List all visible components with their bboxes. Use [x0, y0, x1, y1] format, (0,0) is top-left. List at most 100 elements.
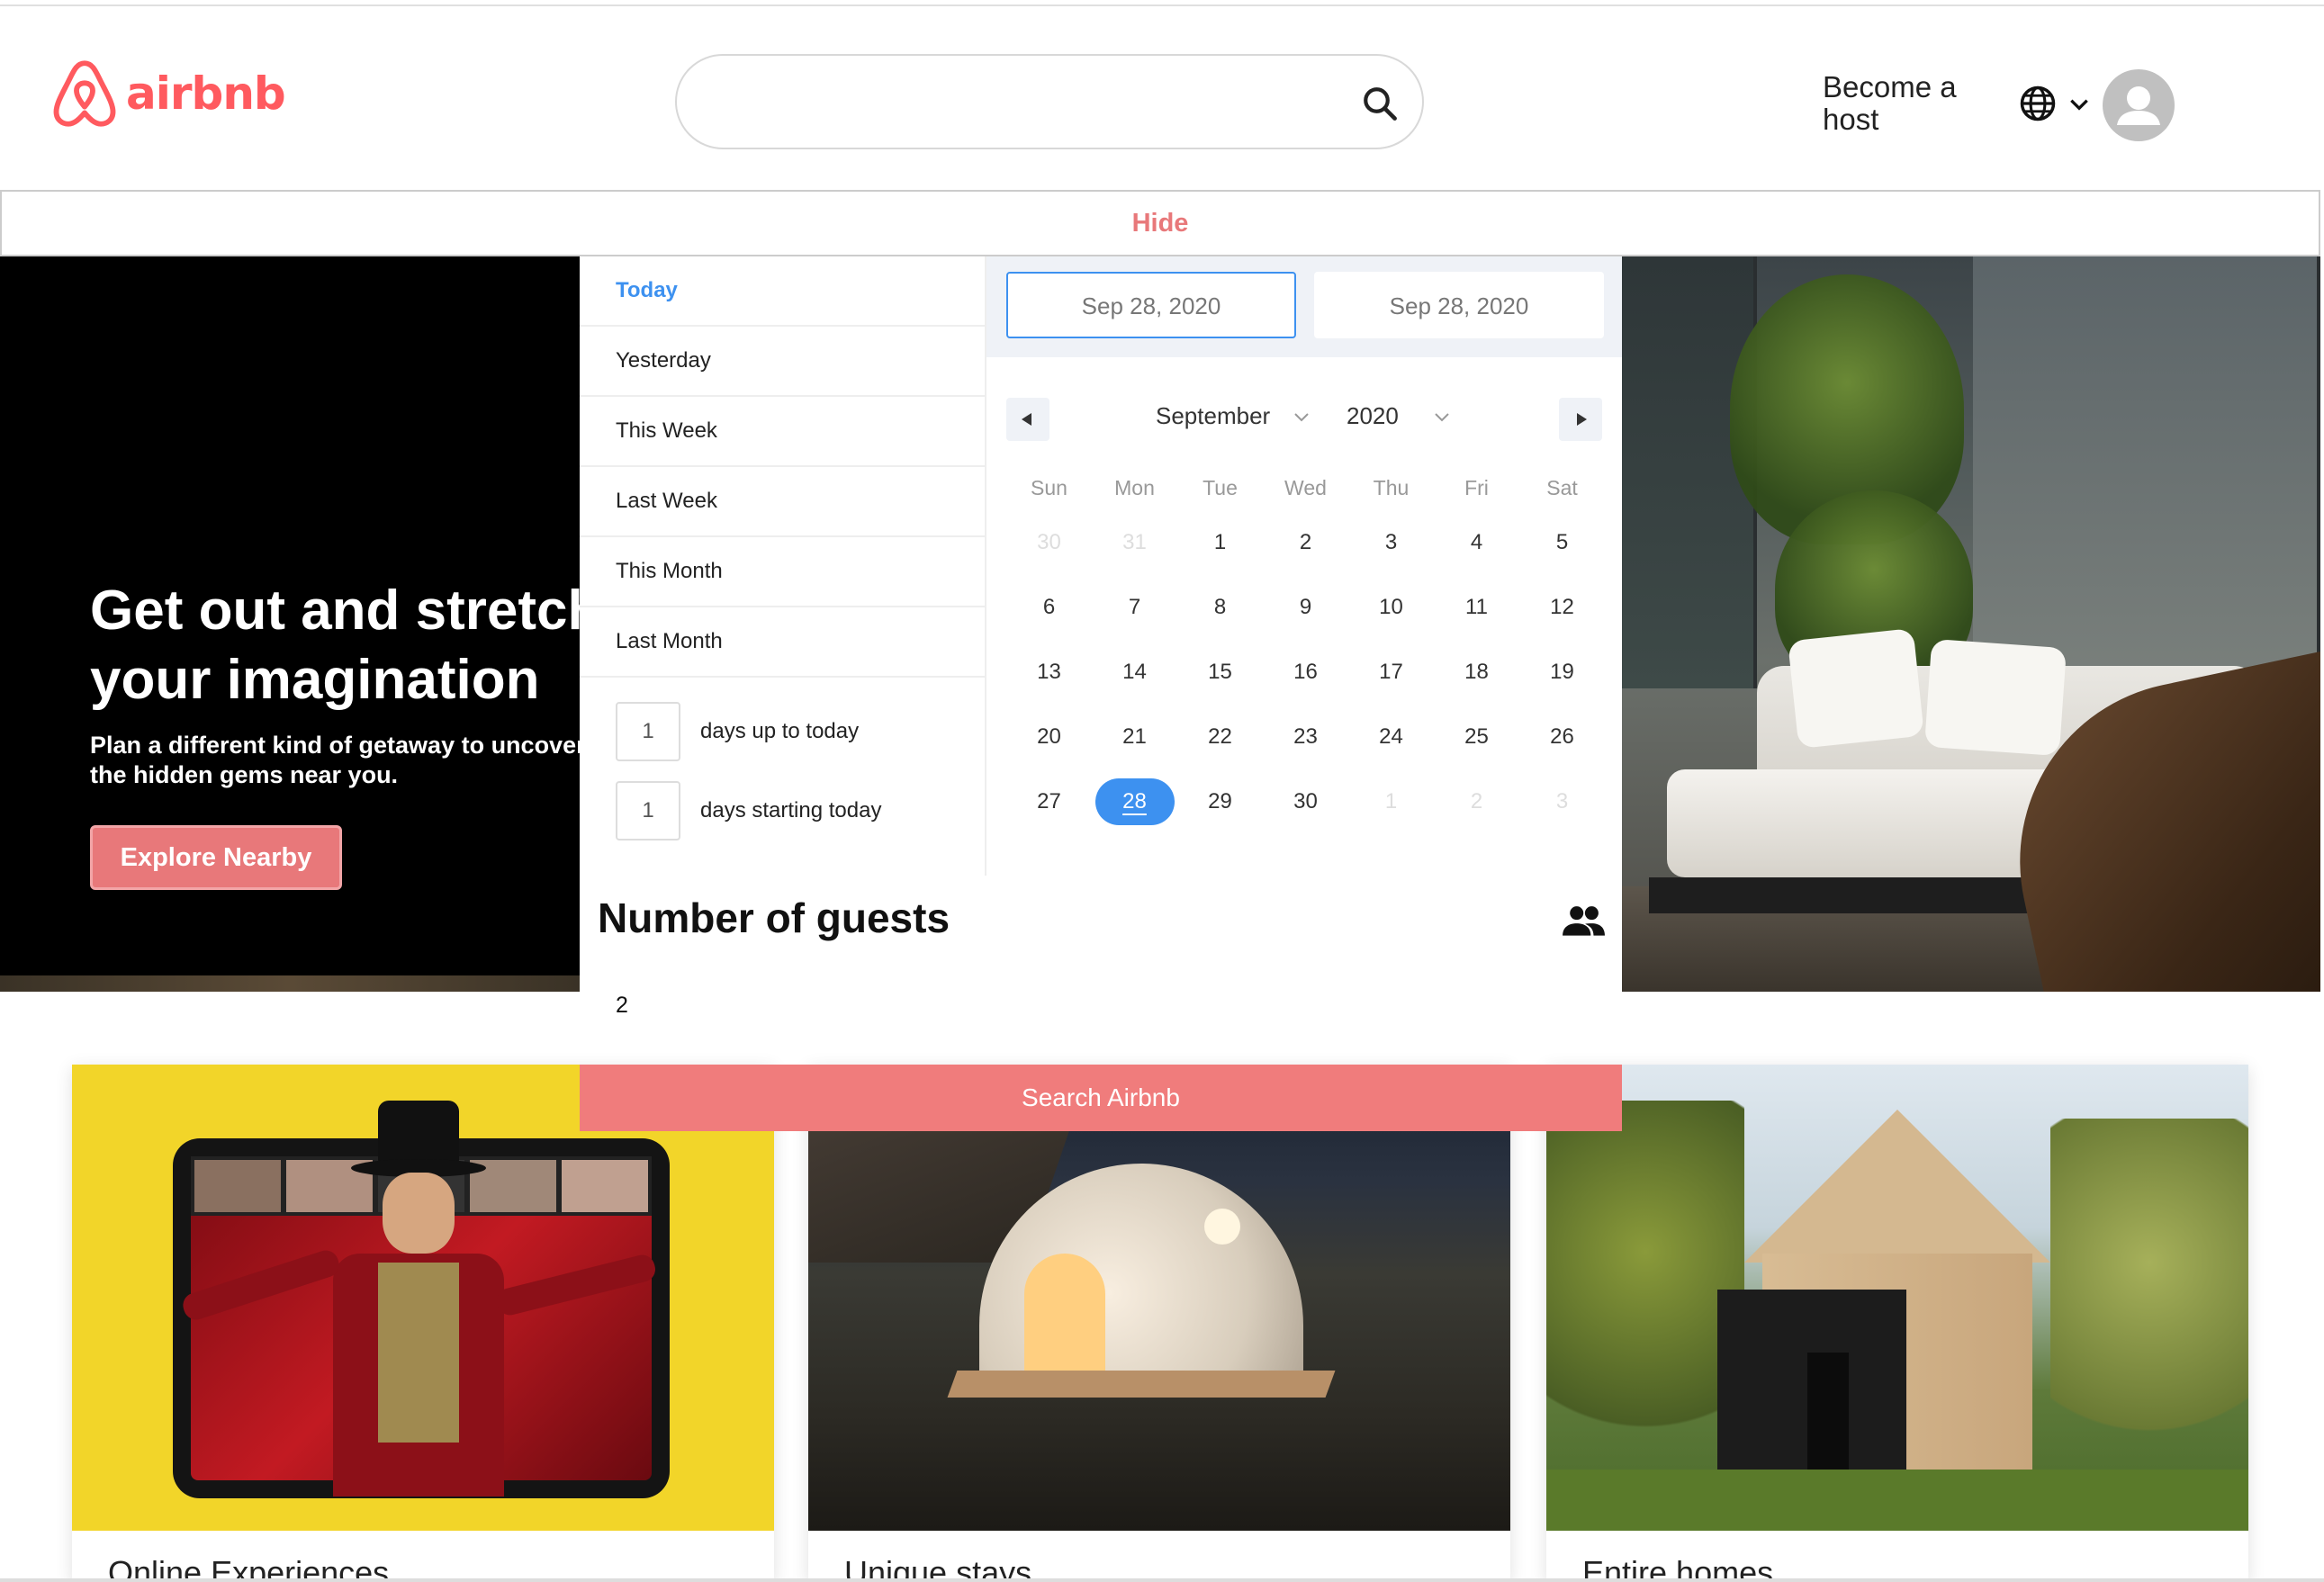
- range-option-this-month[interactable]: This Month: [580, 537, 985, 607]
- calendar-day-number: 27: [1037, 789, 1061, 813]
- search-airbnb-button[interactable]: Search Airbnb: [580, 1065, 1622, 1131]
- calendar-day-number: 18: [1464, 660, 1489, 684]
- card-online-experiences[interactable]: Online Experiences: [72, 1065, 774, 1582]
- calendar-day-number: 6: [1042, 595, 1056, 619]
- calendar-day-number: 23: [1293, 724, 1318, 749]
- calendar-day-number: 8: [1213, 595, 1227, 619]
- calendar-day-number: 11: [1465, 595, 1488, 619]
- calendar-day-number: 3: [1555, 789, 1569, 813]
- guests-panel: Number of guests 2: [580, 876, 1622, 1065]
- explore-nearby-button[interactable]: Explore Nearby: [90, 825, 342, 890]
- weekday-label: Sun: [1031, 476, 1067, 499]
- calendar-day-number: 31: [1122, 530, 1147, 554]
- weekday-label: Fri: [1464, 476, 1489, 499]
- hide-toggle-button[interactable]: Hide: [0, 190, 2320, 256]
- calendar-day[interactable]: 14: [1092, 640, 1177, 705]
- calendar-day-number: 15: [1208, 660, 1232, 684]
- calendar-day-number: 12: [1550, 595, 1574, 619]
- calendar-day[interactable]: 12: [1519, 575, 1605, 640]
- calendar-day-number: 19: [1550, 660, 1574, 684]
- calendar-day[interactable]: 22: [1177, 705, 1263, 769]
- calendar-day[interactable]: 2: [1263, 510, 1348, 575]
- card-image-unique-stays: [808, 1065, 1510, 1531]
- search-icon[interactable]: [1361, 85, 1399, 122]
- calendar-day[interactable]: 31: [1092, 510, 1177, 575]
- prev-month-button[interactable]: [1006, 398, 1049, 441]
- calendar-day[interactable]: 18: [1434, 640, 1519, 705]
- calendar-day[interactable]: 25: [1434, 705, 1519, 769]
- calendar-day[interactable]: 19: [1519, 640, 1605, 705]
- people-icon: [1563, 906, 1605, 936]
- calendar-day[interactable]: 23: [1263, 705, 1348, 769]
- range-option-last-week[interactable]: Last Week: [580, 467, 985, 537]
- calendar-grid: Sun Mon Tue Wed Thu Fri Sat 30 31 1 2 3 4 5 6 7 8 9 10 11 12…: [1006, 465, 1605, 834]
- calendar: Sep 28, 2020 Sep 28, 2020 September 2020…: [986, 256, 1622, 876]
- calendar-day[interactable]: 15: [1177, 640, 1263, 705]
- calendar-day[interactable]: 3: [1519, 769, 1605, 834]
- calendar-day[interactable]: 30: [1006, 510, 1092, 575]
- range-option-this-week[interactable]: This Week: [580, 397, 985, 467]
- days-up-to-today-label: days up to today: [700, 719, 860, 743]
- calendar-day-number: 7: [1128, 595, 1141, 619]
- calendar-day-number: 21: [1122, 724, 1147, 749]
- year-select[interactable]: 2020: [1347, 402, 1399, 430]
- hero-title-line2: your imagination: [90, 649, 540, 711]
- end-date-input[interactable]: Sep 28, 2020: [1314, 272, 1604, 338]
- calendar-day[interactable]: 7: [1092, 575, 1177, 640]
- hero-title-line1: Get out and stretch: [90, 580, 580, 642]
- range-option-yesterday[interactable]: Yesterday: [580, 327, 985, 397]
- range-option-today[interactable]: Today: [580, 256, 985, 327]
- guests-count-input[interactable]: 2: [616, 993, 628, 1019]
- calendar-day[interactable]: 4: [1434, 510, 1519, 575]
- calendar-day[interactable]: 13: [1006, 640, 1092, 705]
- card-image-entire-homes: [1546, 1065, 2248, 1531]
- month-select[interactable]: September: [1156, 402, 1270, 430]
- calendar-day[interactable]: 1: [1348, 769, 1434, 834]
- calendar-day[interactable]: 26: [1519, 705, 1605, 769]
- calendar-day-number: 26: [1550, 724, 1574, 749]
- globe-icon[interactable]: [2019, 85, 2057, 122]
- calendar-day[interactable]: 8: [1177, 575, 1263, 640]
- start-date-input[interactable]: Sep 28, 2020: [1006, 272, 1296, 338]
- become-host-link[interactable]: Become a host: [1823, 71, 1976, 136]
- calendar-day[interactable]: 17: [1348, 640, 1434, 705]
- calendar-day[interactable]: 6: [1006, 575, 1092, 640]
- calendar-day-number: 29: [1208, 789, 1232, 813]
- calendar-day[interactable]: 11: [1434, 575, 1519, 640]
- calendar-day[interactable]: 2: [1434, 769, 1519, 834]
- search-input[interactable]: [675, 54, 1424, 149]
- calendar-day[interactable]: 16: [1263, 640, 1348, 705]
- calendar-day[interactable]: 29: [1177, 769, 1263, 834]
- range-option-last-month[interactable]: Last Month: [580, 607, 985, 678]
- year-chevron-down-icon[interactable]: [1433, 411, 1451, 424]
- page-bottom-divider: [0, 1578, 2324, 1582]
- calendar-day[interactable]: 30: [1263, 769, 1348, 834]
- calendar-day-number: 13: [1037, 660, 1061, 684]
- calendar-day[interactable]: 5: [1519, 510, 1605, 575]
- user-avatar[interactable]: [2103, 69, 2175, 141]
- hero-image: [1622, 256, 2320, 992]
- month-chevron-down-icon[interactable]: [1293, 411, 1311, 424]
- calendar-day[interactable]: 1: [1177, 510, 1263, 575]
- chevron-down-icon[interactable]: [2067, 93, 2091, 116]
- calendar-day[interactable]: 27: [1006, 769, 1092, 834]
- caret-right-icon: [1577, 413, 1587, 426]
- calendar-day[interactable]: 21: [1092, 705, 1177, 769]
- card-unique-stays[interactable]: Unique stays: [808, 1065, 1510, 1582]
- days-up-to-today-input[interactable]: 1: [616, 702, 680, 761]
- calendar-day-number: 24: [1379, 724, 1403, 749]
- calendar-day-selected[interactable]: 28: [1092, 769, 1177, 834]
- calendar-day-number: 9: [1299, 595, 1312, 619]
- calendar-day[interactable]: 24: [1348, 705, 1434, 769]
- guests-title: Number of guests: [598, 894, 950, 941]
- calendar-day[interactable]: 3: [1348, 510, 1434, 575]
- next-month-button[interactable]: [1559, 398, 1602, 441]
- days-starting-today-row: 1 days starting today: [616, 781, 976, 840]
- airbnb-logo[interactable]: airbnb: [52, 58, 286, 129]
- card-entire-homes[interactable]: Entire homes: [1546, 1065, 2248, 1582]
- calendar-day[interactable]: 20: [1006, 705, 1092, 769]
- days-starting-today-input[interactable]: 1: [616, 781, 680, 840]
- calendar-day[interactable]: 9: [1263, 575, 1348, 640]
- weekday-header-row: Sun Mon Tue Wed Thu Fri Sat: [1006, 465, 1605, 510]
- calendar-day[interactable]: 10: [1348, 575, 1434, 640]
